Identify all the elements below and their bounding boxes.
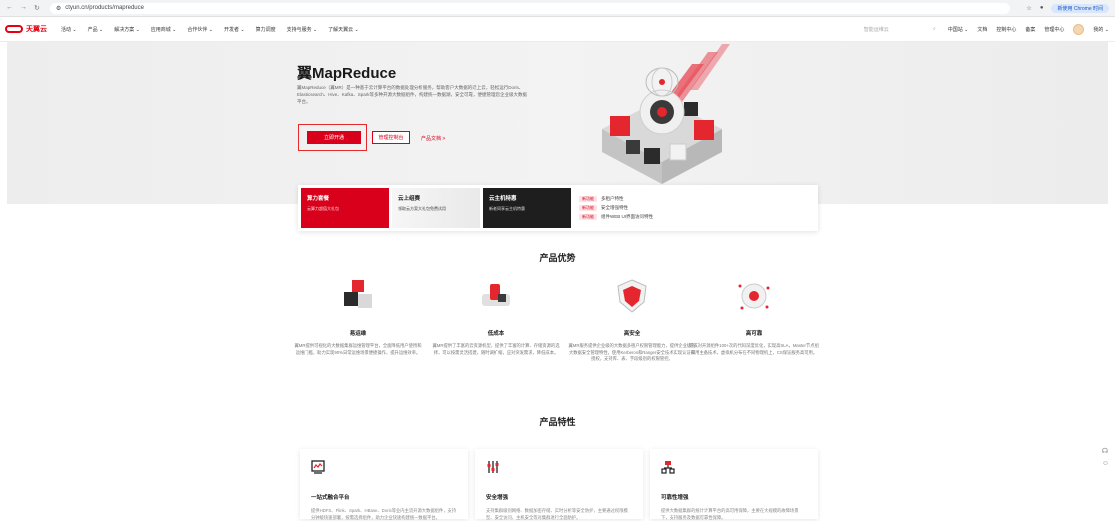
news-tag: 新功能 xyxy=(579,214,597,220)
news-tag: 新功能 xyxy=(579,196,597,202)
news-text: 组件WEB UI界面访问特性 xyxy=(601,214,653,219)
browser-nav: ← → ↻ xyxy=(6,4,40,12)
feature-name: 安全增强 xyxy=(486,495,509,501)
promo-title: 算力套餐 xyxy=(307,196,330,202)
feature-name: 一站式融合平台 xyxy=(311,495,350,501)
target-icon xyxy=(738,283,770,310)
link-console[interactable]: 控制中心 xyxy=(996,26,1016,33)
hero-banner: 翼MapReduce 翼MapReduce（翼MR）是一种基于云计算平台的数据处… xyxy=(7,42,1108,204)
nav-item-solutions[interactable]: 解决方案 ⌄ xyxy=(114,26,140,33)
logo[interactable]: 天翼云 xyxy=(5,24,47,34)
site-info-icon[interactable]: ⚙ xyxy=(56,5,61,12)
feature-card-security[interactable]: 安全增强 支持集群级别网络、数据加密存储、实时分析等安全防护，主要通过权限模型、… xyxy=(475,449,643,520)
advantage-reliability: 高可靠 完成对开源组件100+次的代码深度优化，实现高SLA，Master节点组… xyxy=(689,278,819,356)
promo-card-host[interactable]: 云主机特惠 新老同享云主机特惠 xyxy=(483,188,571,228)
headset-icon[interactable]: ☊ xyxy=(1102,447,1109,455)
list-item[interactable]: 新功能 组件WEB UI界面访问特性 xyxy=(579,214,653,220)
promo-title: 云上组赛 xyxy=(398,196,421,202)
advantage-easy-ops: 易运维 翼MR提供可视化的大数据集群运维管理平台，全面降低用户使用和运维门槛，助… xyxy=(293,278,423,356)
reload-icon[interactable]: ↻ xyxy=(34,4,40,12)
monitor-icon xyxy=(311,460,325,474)
advantage-desc: 翼MR服务提供企业级的大数据多租户权限管理能力，提供企业级的大数据安全管理特性，… xyxy=(568,343,696,361)
floating-toolbar: ☊ ☺ xyxy=(1102,447,1109,467)
logo-text: 天翼云 xyxy=(26,26,47,33)
promo-card-cloud[interactable]: 云上组赛 领取云方案大礼包免费试用 xyxy=(392,188,480,228)
nav-item-marketplace[interactable]: 应用商城 ⌄ xyxy=(151,26,177,33)
page-title: 翼MapReduce xyxy=(297,65,397,82)
promo-subtitle: 领取云方案大礼包免费试用 xyxy=(398,206,446,211)
search-icon[interactable]: ⌕ xyxy=(933,26,936,32)
advantage-name: 高安全 xyxy=(623,331,641,337)
star-icon[interactable]: ☆ xyxy=(1026,5,1031,12)
site-header: 天翼云 活动 ⌄ 产品 ⌄ 解决方案 ⌄ 应用商城 ⌄ 合作伙伴 ⌄ 开发者 ⌄… xyxy=(0,17,1115,42)
nav-item-partners[interactable]: 合作伙伴 ⌄ xyxy=(187,26,213,33)
account-icon[interactable]: ● xyxy=(1040,5,1044,11)
list-item[interactable]: 新功能 安全增强特性 xyxy=(579,205,653,211)
hero-illustration xyxy=(602,44,730,184)
nav-item-compute[interactable]: 算力调度 xyxy=(256,26,276,33)
promo-strip: 算力套餐 云算力超值大礼包 云上组赛 领取云方案大礼包免费试用 云主机特惠 新老… xyxy=(298,185,818,231)
feature-card-platform[interactable]: 一站式融合平台 提供HDFS、Flink、Spark、HBase、Doris等业… xyxy=(300,449,468,520)
address-bar[interactable]: ⚙ ctyun.cn/products/mapreduce xyxy=(49,2,1010,14)
feature-name: 可靠性增强 xyxy=(661,495,689,501)
url-text: ctyun.cn/products/mapreduce xyxy=(65,5,144,11)
feature-desc: 提供HDFS、Flink、Spark、HBase、Doris等业内主流开源大数据… xyxy=(311,508,457,520)
hero-description: 翼MapReduce（翼MR）是一种基于云计算平台的数据处理分析服务，帮助客户大… xyxy=(297,85,528,104)
advantage-desc: 翼MR提供可视化的大数据集群运维管理平台，全面降低用户使用和运维门槛，助力实现9… xyxy=(294,343,422,355)
link-docs[interactable]: 文档 xyxy=(977,26,987,33)
feature-desc: 提供大数据集群的统计计算平台的高可用保障，主要在大规模的故障场景下，支持服务及数… xyxy=(661,508,799,520)
nav-item-products[interactable]: 产品 ⌄ xyxy=(88,26,104,33)
shield-icon xyxy=(617,279,647,313)
news-list: 新功能 多租户特性 新功能 安全增强特性 新功能 组件WEB UI界面访问特性 xyxy=(579,188,653,228)
advantage-desc: 完成对开源组件100+次的代码深度优化，实现高SLA，Master节点组采用主备… xyxy=(689,343,819,355)
search-input[interactable]: 智能运维云 ⌕ xyxy=(861,24,939,35)
news-text: 安全增强特性 xyxy=(601,205,628,210)
promo-subtitle: 云算力超值大礼包 xyxy=(307,206,339,211)
feature-desc: 支持集群级别网络、数据加密存储、实时分析等安全防护，主要通过权限模型、安全访问、… xyxy=(486,508,628,520)
promo-card-compute[interactable]: 算力套餐 云算力超值大礼包 xyxy=(301,188,389,228)
link-region[interactable]: 中国站 ⌄ xyxy=(948,26,969,33)
browser-toolbar: ← → ↻ ⚙ ctyun.cn/products/mapreduce ☆ ● … xyxy=(0,0,1115,17)
promo-subtitle: 新老同享云主机特惠 xyxy=(489,206,525,211)
chat-icon[interactable]: ☺ xyxy=(1102,460,1109,467)
news-text: 多租户特性 xyxy=(601,196,624,201)
advantage-low-cost: 低成本 翼MR提供了丰富的云资源机型，提供了丰富的计算、存储资源的选择，可以按需… xyxy=(431,278,561,356)
advantages-title: 产品优势 xyxy=(539,253,576,263)
advantage-name: 易运维 xyxy=(349,331,367,337)
user-menu[interactable]: 我的 ⌄ xyxy=(1093,26,1109,33)
news-tag: 新功能 xyxy=(579,205,597,211)
sliders-icon xyxy=(487,461,499,473)
switch-icon xyxy=(482,284,510,306)
arrow-left-icon[interactable]: ← xyxy=(6,4,13,12)
advantage-name: 低成本 xyxy=(487,331,505,337)
nav-item-about[interactable]: 了解天翼云 ⌄ xyxy=(328,26,359,33)
advantage-security: 高安全 翼MR服务提供企业级的大数据多租户权限管理能力，提供企业级的大数据安全管… xyxy=(567,278,697,363)
nav-item-developers[interactable]: 开发者 ⌄ xyxy=(224,26,245,33)
cubes-icon xyxy=(344,280,372,308)
advantage-name: 高可靠 xyxy=(745,331,763,337)
features-title: 产品特性 xyxy=(539,417,576,427)
open-now-button[interactable]: 立即开通 xyxy=(307,131,361,144)
arrow-right-icon[interactable]: → xyxy=(20,4,27,12)
advantage-desc: 翼MR提供了丰富的云资源机型，提供了丰富的计算、存储资源的选择，可以按需灵活搭建… xyxy=(432,343,560,355)
profile-pill[interactable]: 新使用 Chrome 时间 xyxy=(1051,3,1109,13)
list-item[interactable]: 新功能 多租户特性 xyxy=(579,196,653,202)
network-icon xyxy=(661,461,675,474)
product-docs-link[interactable]: 产品文档 > xyxy=(421,135,445,142)
logo-mark xyxy=(5,25,23,33)
feature-card-reliability[interactable]: 可靠性增强 提供大数据集群的统计计算平台的高可用保障，主要在大规模的故障场景下，… xyxy=(650,449,818,520)
promo-title: 云主机特惠 xyxy=(489,196,517,202)
link-filing[interactable]: 备案 xyxy=(1025,26,1035,33)
nav-item-activity[interactable]: 活动 ⌄ xyxy=(61,26,77,33)
nav-item-support[interactable]: 支持与服务 ⌄ xyxy=(287,26,318,33)
search-placeholder: 智能运维云 xyxy=(863,26,889,33)
avatar[interactable] xyxy=(1073,23,1085,35)
main-nav: 活动 ⌄ 产品 ⌄ 解决方案 ⌄ 应用商城 ⌄ 合作伙伴 ⌄ 开发者 ⌄ 算力调… xyxy=(61,26,359,33)
link-admin[interactable]: 管理中心 xyxy=(1044,26,1064,33)
console-button[interactable]: 管理控制台 xyxy=(372,131,410,144)
